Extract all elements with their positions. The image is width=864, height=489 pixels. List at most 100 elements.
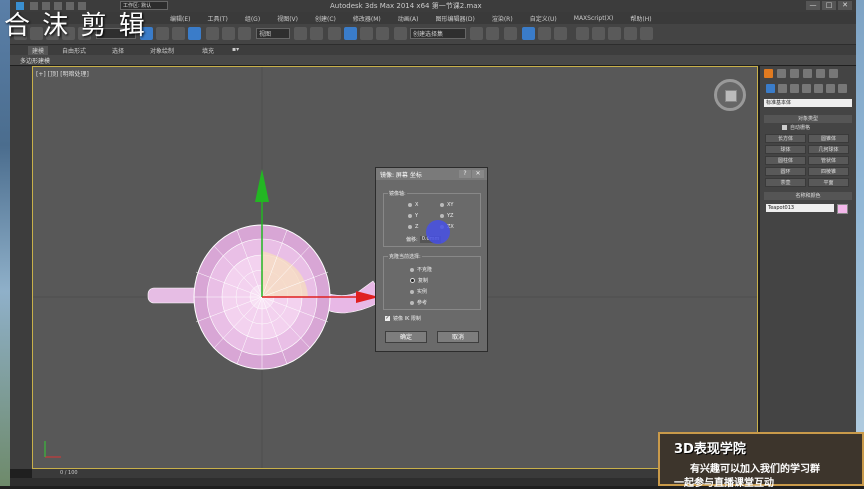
manipulate-icon[interactable] bbox=[310, 27, 323, 40]
modify-tab-icon[interactable] bbox=[777, 69, 786, 78]
align-icon[interactable] bbox=[486, 27, 499, 40]
help-button[interactable]: ? bbox=[459, 170, 471, 178]
ribbon-options-icon[interactable]: ▪▾ bbox=[232, 46, 239, 53]
render-setup-icon[interactable] bbox=[608, 27, 621, 40]
space-warps-icon[interactable] bbox=[826, 84, 835, 93]
name-color-rollout-header[interactable]: 名称和颜色 bbox=[764, 192, 852, 200]
ribbon-panel-label[interactable]: 多边形建模 bbox=[20, 56, 50, 65]
snaps-toggle-icon[interactable] bbox=[328, 27, 341, 40]
select-by-name-icon[interactable] bbox=[156, 27, 169, 40]
tube-button[interactable]: 管状体 bbox=[808, 156, 849, 165]
axis-xy-radio[interactable]: XY bbox=[440, 202, 453, 208]
menu-edit[interactable]: 编辑(E) bbox=[170, 14, 190, 23]
menu-create[interactable]: 创建(C) bbox=[315, 14, 336, 23]
percent-snap-icon[interactable] bbox=[360, 27, 373, 40]
cone-button[interactable]: 圆锥体 bbox=[808, 134, 849, 143]
cancel-button[interactable]: 取消 bbox=[437, 331, 479, 343]
toggle-ribbon-icon[interactable] bbox=[538, 27, 551, 40]
menu-graph-editors[interactable]: 图形编辑器(D) bbox=[436, 14, 475, 23]
object-category-dropdown[interactable]: 标准基本体 bbox=[764, 99, 852, 107]
tab-modeling[interactable]: 建模 bbox=[28, 46, 49, 55]
menu-rendering[interactable]: 渲染(R) bbox=[492, 14, 513, 23]
box-button[interactable]: 长方体 bbox=[765, 134, 806, 143]
display-tab-icon[interactable] bbox=[816, 69, 825, 78]
reference-radio[interactable]: 参考 bbox=[410, 299, 427, 306]
menu-maxscript[interactable]: MAXScript(X) bbox=[574, 15, 614, 22]
cameras-icon[interactable] bbox=[802, 84, 811, 93]
shapes-icon[interactable] bbox=[778, 84, 787, 93]
dialog-close-button[interactable]: ✕ bbox=[472, 170, 484, 178]
teapot-button[interactable]: 茶壶 bbox=[765, 178, 806, 187]
pivot-center-icon[interactable] bbox=[294, 27, 307, 40]
helpers-icon[interactable] bbox=[814, 84, 823, 93]
create-tab-icon[interactable] bbox=[764, 69, 773, 78]
instance-radio[interactable]: 实例 bbox=[410, 288, 427, 295]
menu-help[interactable]: 帮助(H) bbox=[630, 14, 651, 23]
axis-x-radio[interactable]: X bbox=[408, 202, 418, 208]
close-button[interactable]: ✕ bbox=[838, 1, 852, 10]
render-production-icon[interactable] bbox=[640, 27, 653, 40]
torus-button[interactable]: 圆环 bbox=[765, 167, 806, 176]
object-name-field[interactable]: Teapot013 bbox=[766, 204, 834, 212]
tab-object-paint[interactable]: 对象绘制 bbox=[150, 46, 174, 55]
tab-freeform[interactable]: 自由形式 bbox=[62, 46, 86, 55]
menu-modifiers[interactable]: 修改器(M) bbox=[353, 14, 381, 23]
select-scale-icon[interactable] bbox=[238, 27, 251, 40]
maximize-button[interactable]: □ bbox=[822, 1, 836, 10]
course-banner: 3D表现学院 有兴趣可以加入我们的学习群 一起参与直播课堂互动 bbox=[658, 432, 864, 489]
cylinder-button[interactable]: 圆柱体 bbox=[765, 156, 806, 165]
schematic-view-icon[interactable] bbox=[576, 27, 589, 40]
rendered-frame-window-icon[interactable] bbox=[624, 27, 637, 40]
menu-customize[interactable]: 自定义(U) bbox=[530, 14, 557, 23]
menu-animation[interactable]: 动画(A) bbox=[398, 14, 419, 23]
banner-title: 3D表现学院 bbox=[674, 442, 746, 457]
time-slider[interactable]: 0 / 100 bbox=[32, 469, 758, 478]
material-editor-icon[interactable] bbox=[592, 27, 605, 40]
geometry-icon[interactable] bbox=[766, 84, 775, 93]
autogrid-label: 自动栅格 bbox=[790, 125, 811, 131]
axis-z-radio[interactable]: Z bbox=[408, 224, 418, 230]
menu-group[interactable]: 组(G) bbox=[245, 14, 260, 23]
autogrid-checkbox[interactable]: 自动栅格 bbox=[782, 124, 810, 131]
ribbon-panel: 多边形建模 bbox=[10, 55, 856, 65]
mirror-dialog-titlebar[interactable]: 镜像: 屏幕 坐标 ? ✕ bbox=[376, 168, 487, 180]
plane-button[interactable]: 平面 bbox=[808, 178, 849, 187]
reference-coordinate-dropdown[interactable]: 视图 bbox=[256, 28, 290, 39]
object-type-rollout-header[interactable]: 对象类型 bbox=[764, 115, 852, 123]
hierarchy-tab-icon[interactable] bbox=[790, 69, 799, 78]
named-selection-set-dropdown[interactable]: 创建选择集 bbox=[410, 28, 466, 39]
curve-editor-icon[interactable] bbox=[554, 27, 567, 40]
mirror-icon[interactable] bbox=[470, 27, 483, 40]
ok-button[interactable]: 确定 bbox=[385, 331, 427, 343]
tab-populate[interactable]: 填充 bbox=[202, 46, 214, 55]
axis-y-radio[interactable]: Y bbox=[408, 213, 418, 219]
autogrid-checkbox-box[interactable] bbox=[782, 125, 787, 130]
edit-named-selection-icon[interactable] bbox=[394, 27, 407, 40]
gizmo-y-arrow[interactable] bbox=[255, 169, 269, 202]
minimize-button[interactable]: — bbox=[806, 1, 820, 10]
object-color-swatch[interactable] bbox=[837, 204, 848, 214]
spinner-snap-icon[interactable] bbox=[376, 27, 389, 40]
toggle-scene-explorer-icon[interactable] bbox=[504, 27, 517, 40]
sphere-button[interactable]: 球体 bbox=[765, 145, 806, 154]
no-clone-radio[interactable]: 不克隆 bbox=[410, 266, 432, 273]
window-crossing-icon[interactable] bbox=[188, 27, 201, 40]
copy-radio[interactable]: 复制 bbox=[410, 277, 428, 284]
select-move-icon[interactable] bbox=[206, 27, 219, 40]
motion-tab-icon[interactable] bbox=[803, 69, 812, 78]
axis-yz-radio[interactable]: YZ bbox=[440, 213, 453, 219]
utilities-tab-icon[interactable] bbox=[829, 69, 838, 78]
rectangular-selection-icon[interactable] bbox=[172, 27, 185, 40]
select-rotate-icon[interactable] bbox=[222, 27, 235, 40]
lights-icon[interactable] bbox=[790, 84, 799, 93]
angle-snap-icon[interactable] bbox=[344, 27, 357, 40]
menu-views[interactable]: 视图(V) bbox=[277, 14, 298, 23]
check-icon[interactable]: ✓ bbox=[385, 316, 390, 321]
toggle-layer-explorer-icon[interactable] bbox=[522, 27, 535, 40]
tab-selection[interactable]: 选择 bbox=[112, 46, 124, 55]
mirror-ik-checkbox[interactable]: ✓ 镜像 IK 限制 bbox=[385, 315, 421, 322]
pyramid-button[interactable]: 四棱锥 bbox=[808, 167, 849, 176]
systems-icon[interactable] bbox=[838, 84, 847, 93]
menu-tools[interactable]: 工具(T) bbox=[207, 14, 227, 23]
geosphere-button[interactable]: 几何球体 bbox=[808, 145, 849, 154]
